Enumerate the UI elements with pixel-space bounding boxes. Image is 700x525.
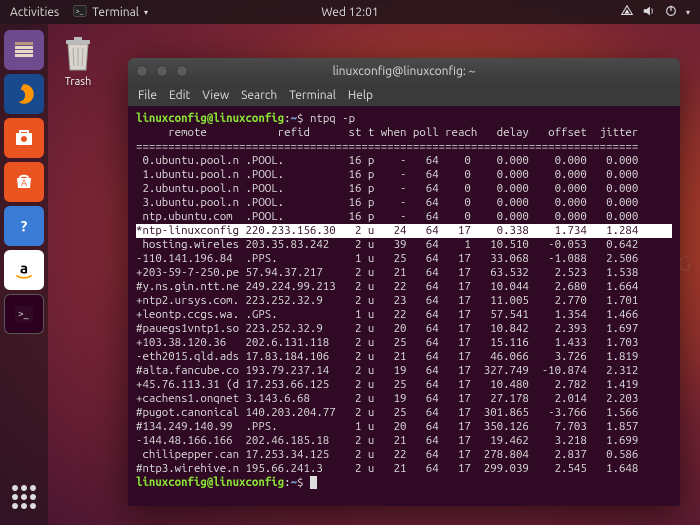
dock: A ? a >_ xyxy=(0,24,48,525)
window-maximize-button[interactable] xyxy=(176,65,188,77)
table-row: +103.38.120.36 202.6.131.118 2 u 25 64 1… xyxy=(136,336,672,350)
menu-edit[interactable]: Edit xyxy=(169,89,190,102)
activities-button[interactable]: Activities xyxy=(10,6,59,19)
dock-firefox[interactable] xyxy=(4,74,44,114)
table-row: +leontp.ccgs.wa. .GPS. 1 u 22 64 17 57.5… xyxy=(136,308,672,322)
terminal-window: linuxconfig@linuxconfig: ~ File Edit Vie… xyxy=(128,58,680,506)
table-row: chilipepper.can 17.253.34.125 2 u 22 64 … xyxy=(136,448,672,462)
window-minimize-button[interactable] xyxy=(156,65,168,77)
table-row: 2.ubuntu.pool.n .POOL. 16 p - 64 0 0.000… xyxy=(136,182,672,196)
terminal-output[interactable]: linuxconfig@linuxconfig:~$ ntpq -p remot… xyxy=(128,106,680,506)
dock-terminal[interactable]: >_ xyxy=(4,294,44,334)
table-row: *ntp-linuxconfig 220.233.156.30 2 u 24 6… xyxy=(136,224,672,238)
table-row: #ntp3.wirehive.n 195.66.241.3 2 u 21 64 … xyxy=(136,462,672,476)
network-icon[interactable] xyxy=(620,4,634,21)
menu-help[interactable]: Help xyxy=(348,89,373,102)
sound-icon[interactable] xyxy=(642,4,656,21)
topbar-app-label: Terminal xyxy=(92,6,139,19)
chevron-down-icon[interactable]: ▾ xyxy=(686,8,690,17)
terminal-menubar: File Edit View Search Terminal Help xyxy=(128,84,680,106)
window-title: linuxconfig@linuxconfig: ~ xyxy=(333,65,476,78)
dock-files[interactable] xyxy=(4,30,44,70)
table-row: hosting.wireles 203.35.83.242 2 u 39 64 … xyxy=(136,238,672,252)
table-row: #134.249.140.99 .PPS. 1 u 20 64 17 350.1… xyxy=(136,420,672,434)
table-row: +203-59-7-250.pe 57.94.37.217 2 u 21 64 … xyxy=(136,266,672,280)
terminal-icon: >_ xyxy=(73,4,87,21)
menu-view[interactable]: View xyxy=(202,89,229,102)
window-titlebar[interactable]: linuxconfig@linuxconfig: ~ xyxy=(128,58,680,84)
topbar-active-app[interactable]: >_ Terminal ▾ xyxy=(73,4,148,21)
dock-help[interactable]: ? xyxy=(4,206,44,246)
separator-line: ========================================… xyxy=(136,140,672,154)
svg-text:?: ? xyxy=(21,217,28,234)
table-row: ntp.ubuntu.com .POOL. 16 p - 64 0 0.000 … xyxy=(136,210,672,224)
apps-grid-icon xyxy=(12,485,36,509)
prompt-line: linuxconfig@linuxconfig:~$ ntpq -p xyxy=(136,112,672,126)
svg-text:A: A xyxy=(21,178,27,188)
table-row: 3.ubuntu.pool.n .POOL. 16 p - 64 0 0.000… xyxy=(136,196,672,210)
chevron-down-icon: ▾ xyxy=(144,8,148,17)
table-row: #y.ns.gin.ntt.ne 249.224.99.213 2 u 22 6… xyxy=(136,280,672,294)
table-row: +ntp2.ursys.com. 223.252.32.9 2 u 23 64 … xyxy=(136,294,672,308)
trash-label: Trash xyxy=(58,76,98,88)
table-row: -110.141.196.84 .PPS. 1 u 25 64 17 33.06… xyxy=(136,252,672,266)
dock-amazon[interactable]: a xyxy=(4,250,44,290)
power-icon[interactable] xyxy=(664,4,678,21)
menu-file[interactable]: File xyxy=(138,89,157,102)
table-row: +cachens1.onqnet 3.143.6.68 2 u 19 64 17… xyxy=(136,392,672,406)
table-row: #pugot.canonical 140.203.204.77 2 u 25 6… xyxy=(136,406,672,420)
menu-terminal[interactable]: Terminal xyxy=(289,89,336,102)
table-header: remote refid st t when poll reach delay … xyxy=(136,126,672,140)
table-row: #pauegs1vntp1.so 223.252.32.9 2 u 20 64 … xyxy=(136,322,672,336)
svg-text:>_: >_ xyxy=(76,7,84,15)
prompt-line-idle: linuxconfig@linuxconfig:~$ xyxy=(136,476,672,490)
window-close-button[interactable] xyxy=(136,65,148,77)
dock-ubuntu-software[interactable]: A xyxy=(4,162,44,202)
desktop-trash[interactable]: Trash xyxy=(58,34,98,88)
table-row: -144.48.166.166 202.46.185.18 2 u 21 64 … xyxy=(136,434,672,448)
table-row: -eth2015.qld.ads 17.83.184.106 2 u 21 64… xyxy=(136,350,672,364)
dock-show-apps[interactable] xyxy=(4,477,44,517)
menu-search[interactable]: Search xyxy=(241,89,277,102)
svg-text:a: a xyxy=(20,259,28,276)
table-row: 1.ubuntu.pool.n .POOL. 16 p - 64 0 0.000… xyxy=(136,168,672,182)
table-row: +45.76.113.31 (d 17.253.66.125 2 u 25 64… xyxy=(136,378,672,392)
command-text: ntpq -p xyxy=(310,112,355,125)
gnome-topbar: Activities >_ Terminal ▾ Wed 12:01 ▾ xyxy=(0,0,700,24)
cursor xyxy=(310,476,317,489)
table-row: 0.ubuntu.pool.n .POOL. 16 p - 64 0 0.000… xyxy=(136,154,672,168)
svg-text:>_: >_ xyxy=(18,308,29,319)
clock[interactable]: Wed 12:01 xyxy=(321,6,378,19)
trash-icon xyxy=(58,34,98,74)
table-row: #alta.fancube.co 193.79.237.14 2 u 19 64… xyxy=(136,364,672,378)
dock-software[interactable] xyxy=(4,118,44,158)
